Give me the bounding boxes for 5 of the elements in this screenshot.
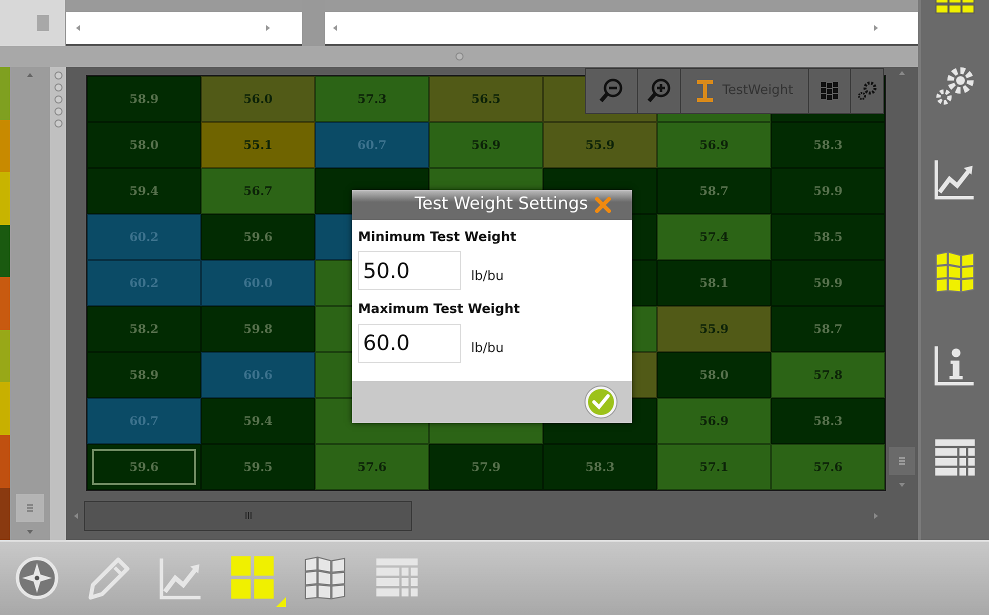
field-label: Maximum Test Weight — [358, 301, 521, 320]
unit-label: lb/bu — [471, 340, 504, 358]
unit-label: lb/bu — [471, 268, 504, 286]
dialog-title: Test Weight Settings — [414, 193, 588, 216]
field-label: Minimum Test Weight — [358, 228, 518, 247]
